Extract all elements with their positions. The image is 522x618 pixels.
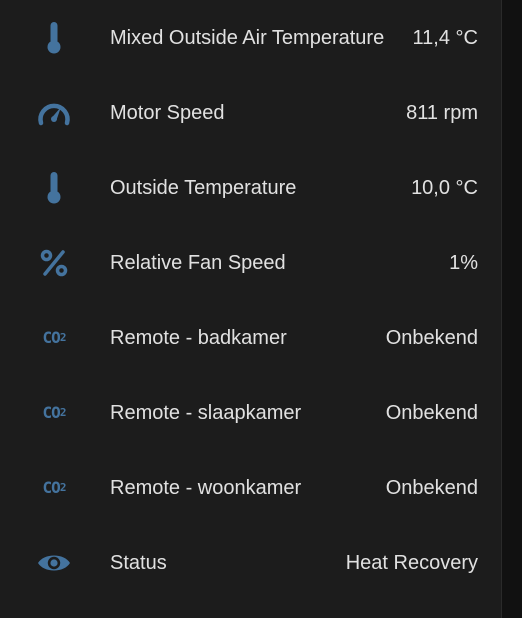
- entity-value: Heat Recovery: [345, 551, 478, 574]
- entity-label: Mixed Outside Air Temperature: [110, 26, 385, 49]
- percent-icon: [34, 243, 74, 283]
- co2-icon: CO 2: [42, 403, 67, 422]
- entity-label: Outside Temperature: [110, 176, 297, 199]
- entity-row-mixed-outside-air-temperature[interactable]: Mixed Outside Air Temperature 11,4 °C: [0, 0, 502, 75]
- entity-row-remote-woonkamer[interactable]: CO 2 Remote - woonkamer Onbekend: [0, 450, 502, 525]
- co2-icon: CO 2: [42, 478, 67, 497]
- entities-card: Mixed Outside Air Temperature 11,4 °C Mo…: [0, 0, 502, 618]
- entity-row-remote-badkamer[interactable]: CO 2 Remote - badkamer Onbekend: [0, 300, 502, 375]
- entity-label: Remote - woonkamer: [110, 476, 302, 499]
- entity-row-status[interactable]: Status Heat Recovery: [0, 525, 502, 600]
- entity-row-motor-speed[interactable]: Motor Speed 811 rpm: [0, 75, 502, 150]
- entity-value: 811 rpm: [406, 101, 478, 124]
- gauge-icon: [34, 93, 74, 133]
- entity-value: 11,4 °C: [412, 26, 478, 49]
- thermometer-icon: [34, 168, 74, 208]
- thermometer-icon: [34, 18, 74, 58]
- entity-row-outside-temperature[interactable]: Outside Temperature 10,0 °C: [0, 150, 502, 225]
- entity-row-relative-fan-speed[interactable]: Relative Fan Speed 1%: [0, 225, 502, 300]
- entity-label: Remote - badkamer: [110, 326, 287, 349]
- entity-row-remote-slaapkamer[interactable]: CO 2 Remote - slaapkamer Onbekend: [0, 375, 502, 450]
- entity-value: Onbekend: [385, 326, 478, 349]
- entity-value: 1%: [449, 251, 478, 274]
- entity-value: Onbekend: [385, 476, 478, 499]
- entity-value: Onbekend: [385, 401, 478, 424]
- entity-value: 10,0 °C: [411, 176, 478, 199]
- eye-icon: [34, 543, 74, 583]
- entity-label: Remote - slaapkamer: [110, 401, 302, 424]
- co2-icon: CO 2: [42, 328, 67, 347]
- entity-label: Relative Fan Speed: [110, 251, 286, 274]
- entity-label: Motor Speed: [110, 101, 225, 124]
